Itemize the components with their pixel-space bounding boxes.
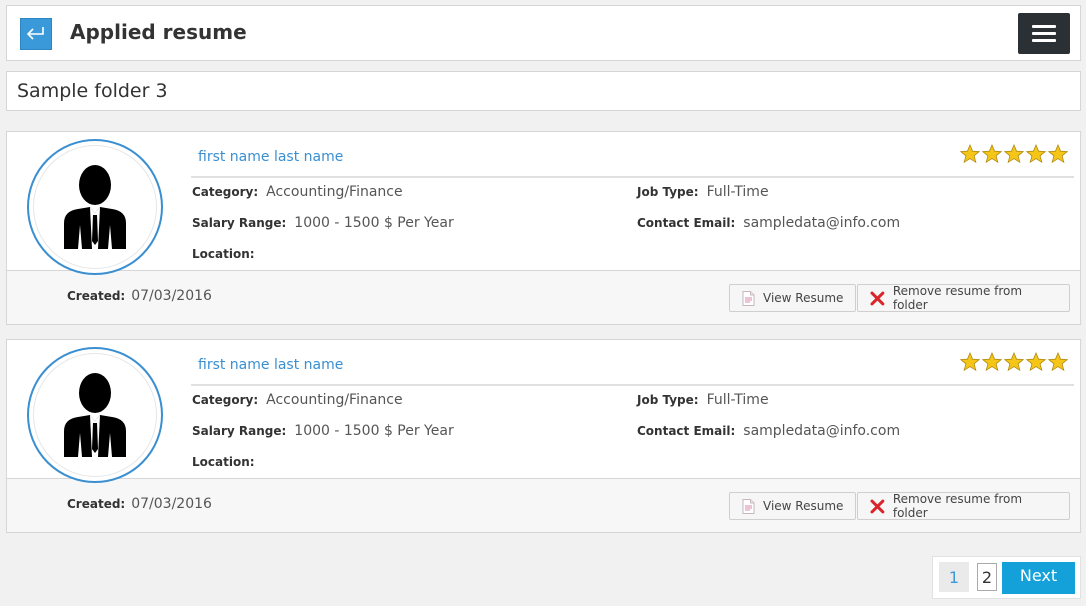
candidate-name-link[interactable]: first name last name	[198, 357, 343, 373]
pagination: 1 2 Next	[932, 556, 1081, 599]
job-type-field: Job Type: Full-Time	[637, 184, 769, 200]
rating-stars[interactable]	[960, 352, 1068, 372]
star-icon[interactable]	[1004, 352, 1024, 372]
next-page-button[interactable]: Next	[1002, 562, 1075, 594]
location-field: Location:	[192, 455, 255, 469]
created-date: Created: 07/03/2016	[67, 496, 212, 512]
star-icon[interactable]	[982, 144, 1002, 164]
job-type-value: Full-Time	[706, 184, 769, 200]
page-1-button[interactable]: 1	[939, 562, 969, 592]
card-footer: Created: 07/03/2016 View Resume Remove re…	[7, 478, 1080, 532]
job-type-field: Job Type: Full-Time	[637, 392, 769, 408]
avatar	[27, 347, 163, 483]
remove-resume-button[interactable]: Remove resume from folder	[857, 284, 1070, 312]
star-icon[interactable]	[960, 352, 980, 372]
contact-email-field: Contact Email: sampledata@info.com	[637, 215, 901, 231]
view-resume-button[interactable]: View Resume	[729, 284, 856, 312]
star-icon[interactable]	[982, 352, 1002, 372]
star-icon[interactable]	[1048, 144, 1068, 164]
contact-email-value: sampledata@info.com	[743, 215, 901, 231]
category-value: Accounting/Finance	[266, 392, 403, 408]
resume-card: first name last name Category: Accounting…	[6, 131, 1081, 325]
contact-email-field: Contact Email: sampledata@info.com	[637, 423, 901, 439]
red-x-icon	[870, 291, 885, 305]
folder-name-bar: Sample folder 3	[6, 71, 1081, 111]
salary-range-field: Salary Range: 1000 - 1500 $ Per Year	[192, 215, 454, 231]
user-avatar-icon	[64, 373, 126, 457]
back-button[interactable]	[20, 18, 52, 50]
user-avatar-icon	[64, 165, 126, 249]
menu-button[interactable]	[1018, 13, 1070, 54]
view-resume-button[interactable]: View Resume	[729, 492, 856, 520]
star-icon[interactable]	[960, 144, 980, 164]
created-date: Created: 07/03/2016	[67, 288, 212, 304]
back-arrow-icon	[26, 27, 44, 40]
salary-range-field: Salary Range: 1000 - 1500 $ Per Year	[192, 423, 454, 439]
star-icon[interactable]	[1026, 144, 1046, 164]
document-icon	[742, 498, 755, 514]
star-icon[interactable]	[1004, 144, 1024, 164]
red-x-icon	[870, 499, 885, 513]
page-header: Applied resume	[6, 5, 1081, 61]
location-field: Location:	[192, 247, 255, 261]
star-icon[interactable]	[1026, 352, 1046, 372]
resume-card: first name last name Category: Accounting…	[6, 339, 1081, 533]
rating-stars[interactable]	[960, 144, 1068, 164]
document-icon	[742, 290, 755, 306]
hamburger-menu-icon	[1032, 25, 1056, 28]
folder-name: Sample folder 3	[17, 80, 168, 102]
category-field: Category: Accounting/Finance	[192, 184, 403, 200]
candidate-name-link[interactable]: first name last name	[198, 149, 343, 165]
remove-resume-button[interactable]: Remove resume from folder	[857, 492, 1070, 520]
salary-range-value: 1000 - 1500 $ Per Year	[294, 423, 454, 439]
salary-range-value: 1000 - 1500 $ Per Year	[294, 215, 454, 231]
page-title: Applied resume	[70, 20, 247, 44]
divider	[191, 384, 1074, 386]
category-value: Accounting/Finance	[266, 184, 403, 200]
page-2-button[interactable]: 2	[977, 563, 997, 591]
star-icon[interactable]	[1048, 352, 1068, 372]
contact-email-value: sampledata@info.com	[743, 423, 901, 439]
card-footer: Created: 07/03/2016 View Resume Remove re…	[7, 270, 1080, 324]
avatar	[27, 139, 163, 275]
category-field: Category: Accounting/Finance	[192, 392, 403, 408]
job-type-value: Full-Time	[706, 392, 769, 408]
divider	[191, 176, 1074, 178]
